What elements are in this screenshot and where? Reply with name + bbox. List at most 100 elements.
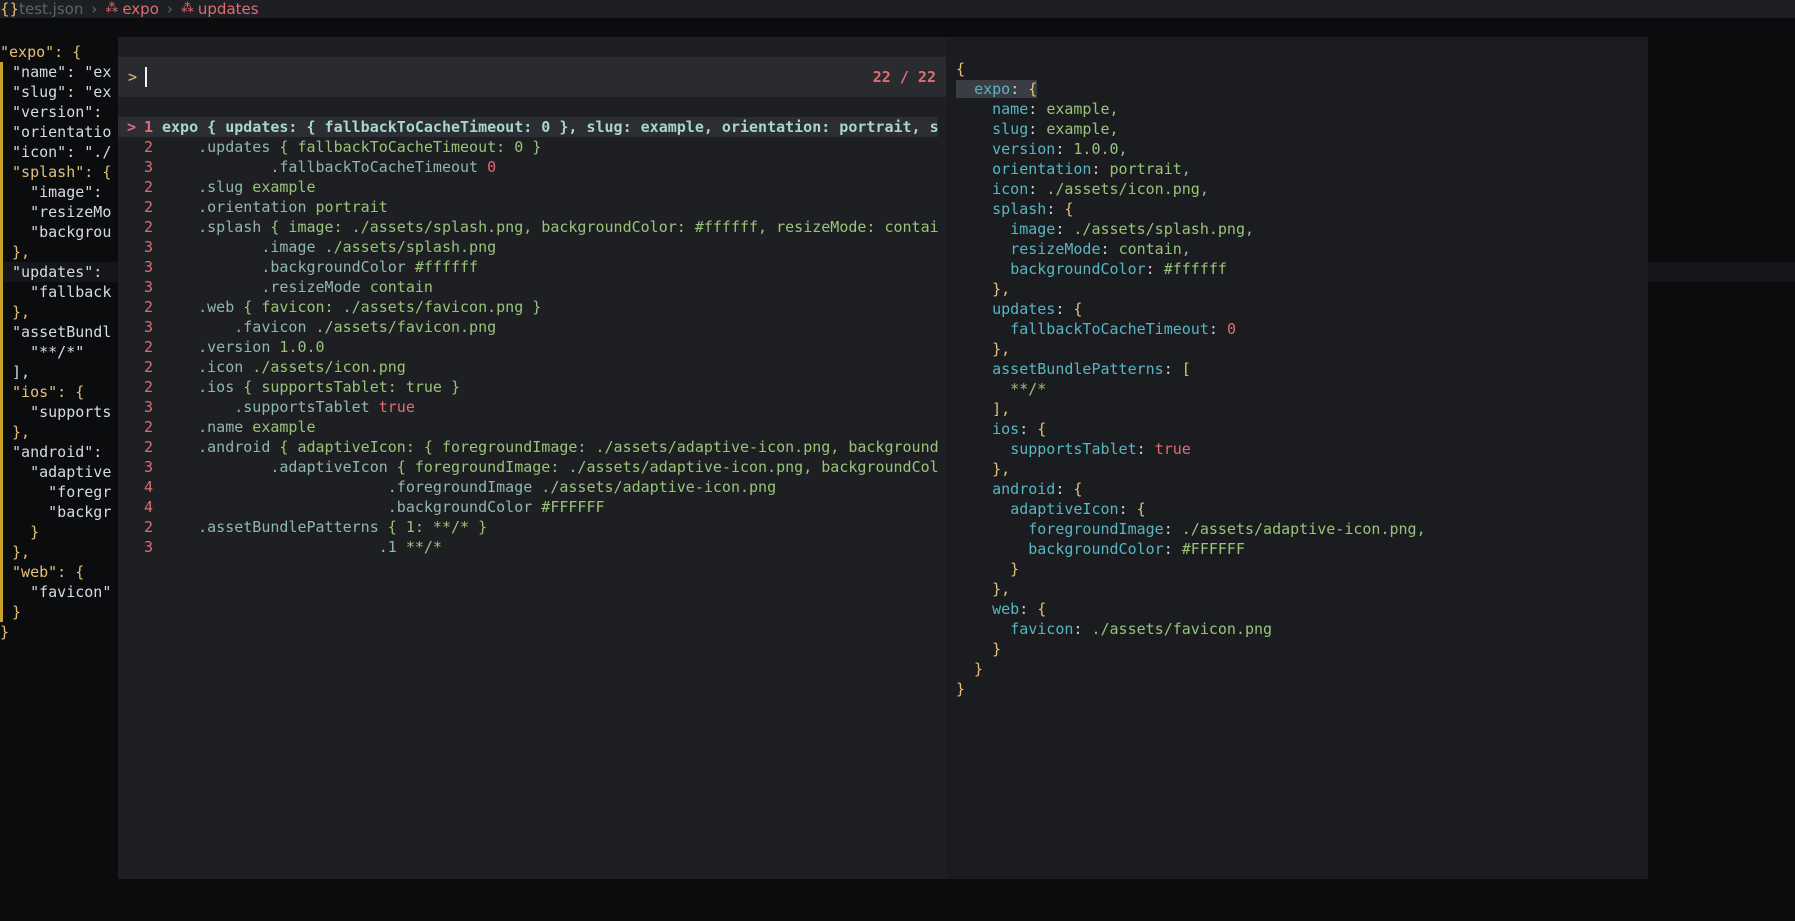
- result-level: 1: [144, 118, 154, 136]
- picker-result-item[interactable]: 2 .web { favicon: ./assets/favicon.png }: [118, 297, 938, 317]
- picker-prompt[interactable]: > 22 / 22: [118, 57, 946, 97]
- editor-line-text: "**/*": [3, 343, 85, 361]
- picker-result-item[interactable]: 3 .image ./assets/splash.png: [118, 237, 938, 257]
- picker-result-item[interactable]: 3 .fallbackToCacheTimeout 0: [118, 157, 938, 177]
- picker-preview-pane: { expo: { name: example, slug: example, …: [946, 37, 1648, 879]
- result-text: .resizeMode contain: [162, 278, 433, 296]
- symbol-icon: ⁂: [105, 1, 119, 16]
- editor-line-text: "fallback: [3, 283, 112, 301]
- result-level: 2: [144, 358, 154, 376]
- picker-result-item[interactable]: 3 .1 **/*: [118, 537, 938, 557]
- editor-line-text: "orientatio: [3, 123, 112, 141]
- preview-line: },: [956, 340, 1011, 358]
- picker-result-item[interactable]: 3 .supportsTablet true: [118, 397, 938, 417]
- result-level: 2: [144, 378, 154, 396]
- editor-line-text: "android":: [3, 443, 103, 461]
- picker-result-item[interactable]: 2 .android { adaptiveIcon: { foregroundI…: [118, 437, 938, 457]
- result-level: 3: [144, 458, 154, 476]
- result-level: 3: [144, 158, 154, 176]
- result-text: .fallbackToCacheTimeout 0: [162, 158, 497, 176]
- preview-line: assetBundlePatterns: [: [992, 360, 1191, 378]
- result-text: .supportsTablet true: [162, 398, 415, 416]
- result-level: 2: [144, 198, 154, 216]
- preview-line: updates: {: [992, 300, 1083, 318]
- editor-line-text: "name": "ex: [3, 63, 112, 81]
- selection-marker: >: [127, 118, 137, 136]
- editor-line-text: "foregr: [3, 483, 112, 501]
- editor-line-text: }: [3, 523, 40, 541]
- editor-line-text: "version":: [3, 103, 103, 121]
- preview-line: adaptiveIcon: {: [1010, 500, 1146, 518]
- result-level: 2: [144, 298, 154, 316]
- preview-line: **/*: [956, 380, 1047, 398]
- picker-result-item[interactable]: 2 .name example: [118, 417, 938, 437]
- editor-line-text: "slug": "ex: [3, 83, 112, 101]
- picker-result-item[interactable]: 2 .ios { supportsTablet: true }: [118, 377, 938, 397]
- preview-line: favicon: ./assets/favicon.png: [1010, 620, 1273, 638]
- result-text: .orientation portrait: [162, 198, 388, 216]
- picker-result-item[interactable]: 2 .updates { fallbackToCacheTimeout: 0 }: [118, 137, 938, 157]
- result-text: .adaptiveIcon { foregroundImage: ./asset…: [162, 458, 938, 476]
- symbol-picker: > 22 / 22 >1 expo { updates: { fallbackTo…: [118, 37, 1648, 879]
- preview-line: android: {: [992, 480, 1083, 498]
- editor-line-text: "updates":: [3, 263, 103, 281]
- result-text: .1 **/*: [162, 538, 442, 556]
- result-text: .image ./assets/splash.png: [162, 238, 497, 256]
- text-cursor: [145, 67, 147, 87]
- breadcrumb-item-expo[interactable]: expo: [122, 0, 159, 18]
- preview-line: }: [956, 560, 1020, 578]
- picker-result-item[interactable]: 2 .version 1.0.0: [118, 337, 938, 357]
- preview-line: expo: {: [956, 79, 1646, 99]
- picker-result-item[interactable]: 2 .assetBundlePatterns { 1: **/* }: [118, 517, 938, 537]
- preview-content: { expo: { name: example, slug: example, …: [956, 59, 1646, 699]
- preview-line: name: example,: [992, 100, 1119, 118]
- editor-line-text: },: [3, 543, 31, 561]
- picker-result-item[interactable]: >1 expo { updates: { fallbackToCacheTimeo…: [118, 117, 938, 137]
- result-level: 2: [144, 138, 154, 156]
- editor-line-text: },: [3, 423, 31, 441]
- picker-result-item[interactable]: 3 .backgroundColor #ffffff: [118, 257, 938, 277]
- result-text: .version 1.0.0: [162, 338, 325, 356]
- picker-result-item[interactable]: 4 .backgroundColor #FFFFFF: [118, 497, 938, 517]
- preview-line: backgroundColor: #ffffff: [1010, 260, 1227, 278]
- result-level: 3: [144, 238, 154, 256]
- picker-result-item[interactable]: 2 .splash { image: ./assets/splash.png, …: [118, 217, 938, 237]
- picker-result-item[interactable]: 3 .favicon ./assets/favicon.png: [118, 317, 938, 337]
- preview-line: icon: ./assets/icon.png,: [992, 180, 1209, 198]
- result-text: .web { favicon: ./assets/favicon.png }: [162, 298, 542, 316]
- picker-result-item[interactable]: 3 .resizeMode contain: [118, 277, 938, 297]
- editor-line-text: "expo": {: [0, 43, 82, 61]
- picker-result-item[interactable]: 2 .icon ./assets/icon.png: [118, 357, 938, 377]
- editor-line-text: },: [3, 243, 31, 261]
- result-level: 3: [144, 258, 154, 276]
- preview-line: }: [956, 660, 984, 678]
- editor-line-text: "backgrou: [3, 223, 112, 241]
- result-text: .splash { image: ./assets/splash.png, ba…: [162, 218, 938, 236]
- preview-line: {: [956, 60, 966, 78]
- match-count: 22 / 22: [872, 68, 936, 86]
- result-level: 2: [144, 438, 154, 456]
- picker-results-list: >1 expo { updates: { fallbackToCacheTimeo…: [118, 117, 938, 557]
- editor-line-text: "ios": {: [3, 383, 85, 401]
- prompt-symbol: >: [128, 68, 138, 86]
- result-level: 4: [144, 478, 154, 496]
- breadcrumb-file[interactable]: test.json: [19, 0, 83, 18]
- result-level: 2: [144, 418, 154, 436]
- picker-result-item[interactable]: 2 .slug example: [118, 177, 938, 197]
- editor-line-text: "web": {: [3, 563, 85, 581]
- result-level: 3: [144, 398, 154, 416]
- breadcrumb-item-updates[interactable]: updates: [198, 0, 259, 18]
- result-text: .backgroundColor #ffffff: [162, 258, 479, 276]
- result-level: 3: [144, 538, 154, 556]
- picker-result-item[interactable]: 3 .adaptiveIcon { foregroundImage: ./ass…: [118, 457, 938, 477]
- preview-line: orientation: portrait,: [992, 160, 1191, 178]
- symbol-icon: ⁂: [180, 1, 194, 16]
- preview-line: version: 1.0.0,: [992, 140, 1128, 158]
- preview-line: }: [956, 680, 966, 698]
- editor-line-text: "splash": {: [3, 163, 112, 181]
- result-text: .assetBundlePatterns { 1: **/* }: [162, 518, 488, 536]
- preview-line: },: [956, 460, 1011, 478]
- picker-result-item[interactable]: 2 .orientation portrait: [118, 197, 938, 217]
- picker-result-item[interactable]: 4 .foregroundImage ./assets/adaptive-ico…: [118, 477, 938, 497]
- preview-line: foregroundImage: ./assets/adaptive-icon.…: [1028, 520, 1426, 538]
